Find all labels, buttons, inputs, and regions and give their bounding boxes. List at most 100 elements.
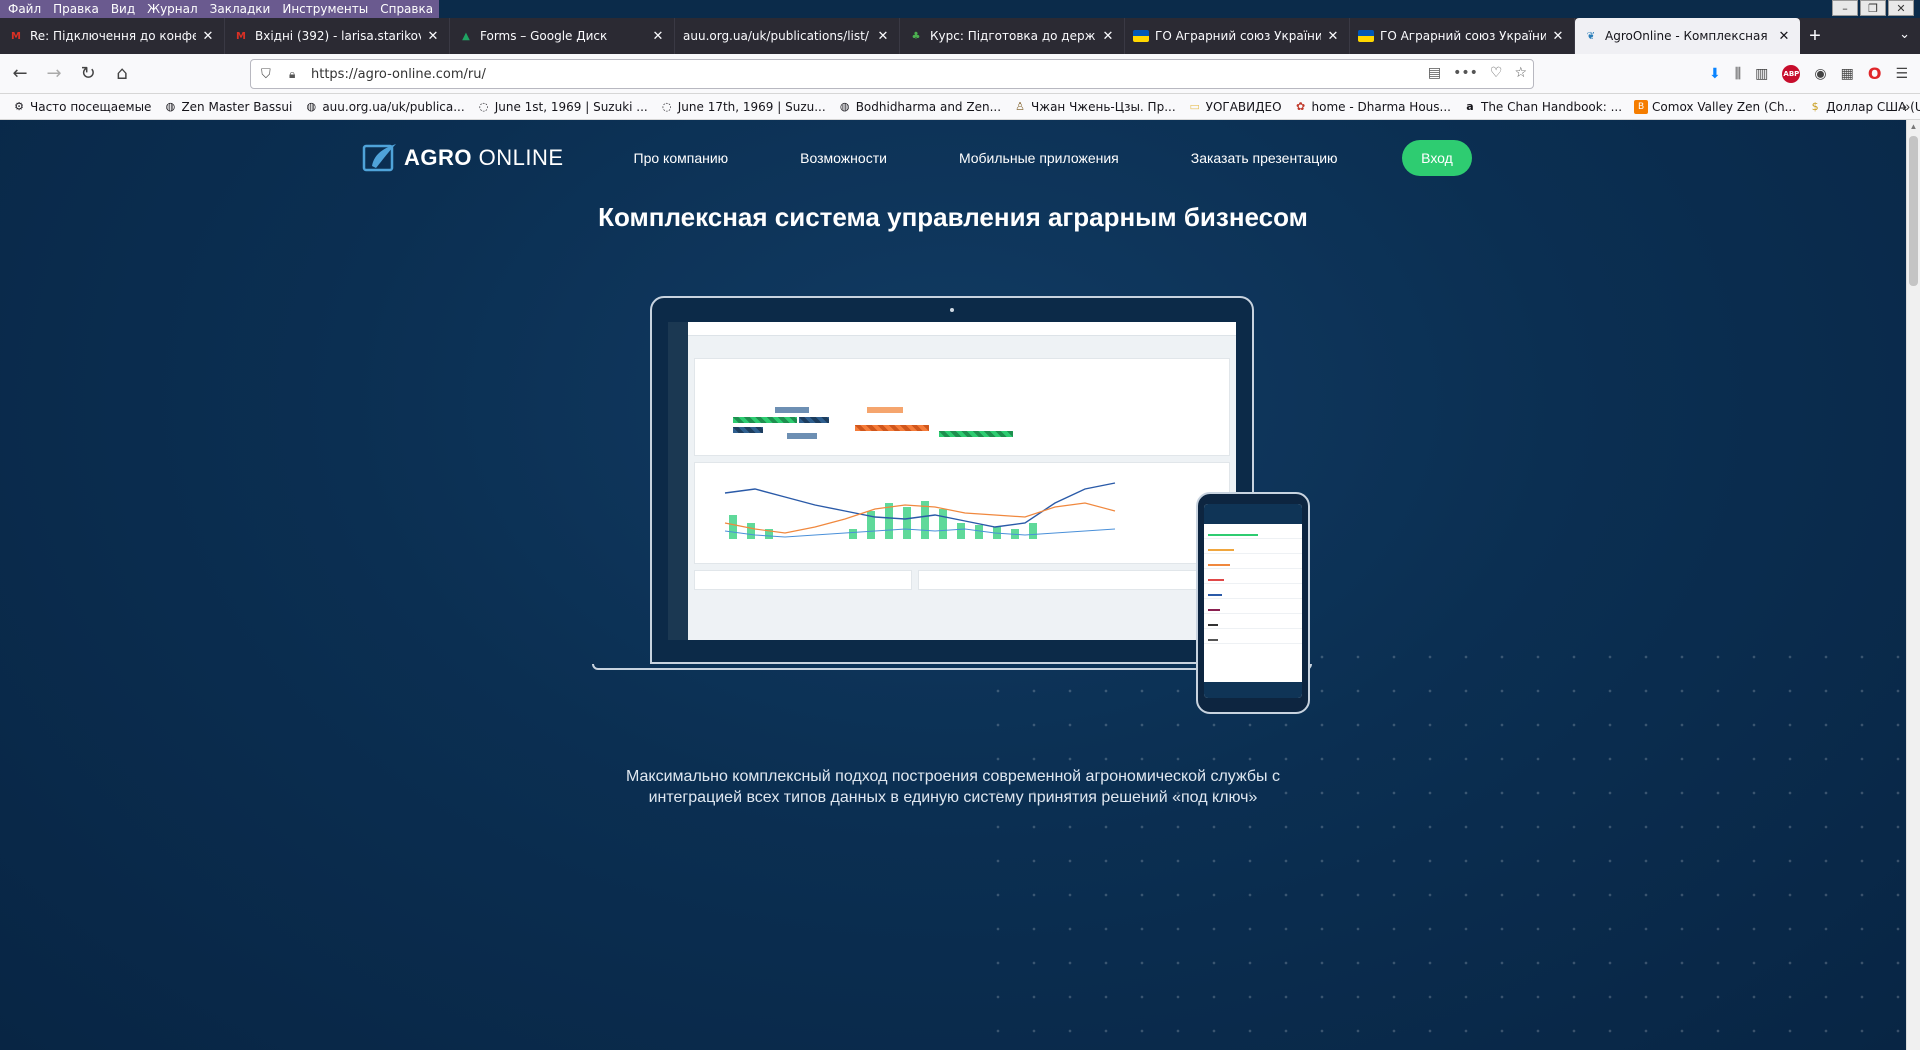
drones-card <box>918 570 1230 590</box>
logo-text: AGRO ONLINE <box>404 145 564 171</box>
menu-bar: Файл Правка Вид Журнал Закладки Инструме… <box>0 0 440 18</box>
home-icon[interactable]: ⌂ <box>108 60 136 88</box>
tracking-shield-icon[interactable]: ⛉ <box>261 66 281 82</box>
minimize-icon[interactable]: – <box>1832 0 1858 16</box>
nav-about[interactable]: Про компанию <box>634 150 729 166</box>
lock-icon[interactable]: 🔒︎ <box>289 67 305 82</box>
bookmarks-overflow-icon[interactable]: » <box>1902 98 1910 114</box>
logo-agro: AGRO <box>404 145 472 170</box>
bookmark-item[interactable]: ◍ Bodhidharma and Zen... <box>838 100 1001 114</box>
phone-crop-row <box>1204 584 1302 599</box>
menu-edit[interactable]: Правка <box>47 0 105 18</box>
tab-agrarian-union-1[interactable]: ГО Аграрний союз України ✕ <box>1125 18 1350 54</box>
bookmark-item[interactable]: ⚙ Часто посещаемые <box>12 100 151 114</box>
close-icon[interactable]: ✕ <box>650 29 666 44</box>
phone-crop-row <box>1204 539 1302 554</box>
reload-icon[interactable]: ↻ <box>74 60 102 88</box>
tab-auu-publications[interactable]: auu.org.ua/uk/publications/list/ ✕ <box>675 18 900 54</box>
site-header: AGRO ONLINE Про компанию Возможности Моб… <box>362 138 1472 178</box>
menu-tools[interactable]: Инструменты <box>276 0 374 18</box>
globe-icon: ◍ <box>306 100 317 113</box>
globe-icon: ◍ <box>839 100 850 113</box>
sidebar-icon[interactable]: ▥ <box>1755 66 1768 82</box>
reports-card <box>694 570 912 590</box>
laptop-mockup <box>650 296 1254 664</box>
library-icon[interactable]: ⫼ <box>1735 66 1741 82</box>
extension-icon[interactable]: ▦ <box>1841 66 1854 82</box>
bookmark-item[interactable]: ▭ УОГАВИДЕО <box>1188 100 1281 114</box>
reader-view-icon[interactable]: ▤ <box>1428 65 1441 81</box>
menu-history[interactable]: Журнал <box>141 0 204 18</box>
nav-features[interactable]: Возможности <box>800 150 887 166</box>
scroll-thumb[interactable] <box>1909 136 1918 286</box>
new-tab-button[interactable]: + <box>1800 18 1830 54</box>
site-nav: Про компанию Возможности Мобильные прило… <box>634 150 1410 166</box>
gantt-bar <box>799 417 829 423</box>
download-icon[interactable]: ⬇ <box>1709 66 1721 82</box>
menu-bookmarks[interactable]: Закладки <box>204 0 277 18</box>
tab-agroonline[interactable]: ❦ AgroOnline - Комплексная си ✕ <box>1575 18 1800 54</box>
account-icon[interactable]: ◉ <box>1814 66 1826 82</box>
bookmark-item[interactable]: ◍ Zen Master Bassui <box>163 100 293 114</box>
tab-title: Курс: Підготовка до державн <box>930 29 1096 43</box>
navigation-toolbar: ← → ↻ ⌂ ⛉ 🔒︎ ▤ ••• ♡ ☆ ⬇ ⫼ ▥ ABP ◉ ▦ O ☰ <box>0 54 1920 94</box>
page-actions-icon[interactable]: ••• <box>1453 65 1478 81</box>
menu-icon[interactable]: ☰ <box>1895 66 1908 82</box>
bookmark-item[interactable]: B Comox Valley Zen (Ch... <box>1634 99 1796 114</box>
bookmark-item[interactable]: ◌ June 1st, 1969 | Suzuki ... <box>477 100 648 114</box>
circle-icon: ◌ <box>478 100 489 113</box>
forward-icon[interactable]: → <box>40 60 68 88</box>
login-button[interactable]: Вход <box>1402 140 1472 176</box>
close-icon[interactable]: ✕ <box>200 29 216 44</box>
camera-dot <box>950 308 954 312</box>
tab-gmail-conference[interactable]: M Re: Підключення до конфере ✕ <box>0 18 225 54</box>
bookmark-item[interactable]: ♙ Чжан Чжень-Цзы. Пр... <box>1013 100 1176 114</box>
url-input[interactable] <box>311 66 1311 82</box>
tab-strip: M Re: Підключення до конфере ✕ M Вхідні … <box>0 18 1920 54</box>
tab-google-drive[interactable]: ▲ Forms – Google Диск ✕ <box>450 18 675 54</box>
pocket-icon[interactable]: ♡ <box>1490 65 1503 81</box>
gantt-bar <box>787 433 817 439</box>
close-icon[interactable]: ✕ <box>425 29 441 44</box>
close-window-icon[interactable]: ✕ <box>1888 0 1914 16</box>
menu-file[interactable]: Файл <box>2 0 47 18</box>
close-icon[interactable]: ✕ <box>1100 29 1116 44</box>
gantt-bar <box>733 417 797 423</box>
bookmark-item[interactable]: a The Chan Handbook: ... <box>1463 100 1622 114</box>
bookmark-star-icon[interactable]: ☆ <box>1514 65 1527 81</box>
page-scrollbar[interactable]: ▲ <box>1906 120 1920 1050</box>
menu-view[interactable]: Вид <box>105 0 141 18</box>
phone-crop-row <box>1204 629 1302 644</box>
bookmark-item[interactable]: ✿ home - Dharma Hous... <box>1294 100 1451 114</box>
close-icon[interactable]: ✕ <box>1550 29 1566 44</box>
toolbar-extensions: ⬇ ⫼ ▥ ABP ◉ ▦ O ☰ <box>1709 64 1908 83</box>
adblock-icon[interactable]: ABP <box>1782 64 1801 83</box>
gantt-bar <box>855 425 929 431</box>
phone-crop-row <box>1204 599 1302 614</box>
gmail-icon: M <box>11 30 21 42</box>
tab-gmail-inbox[interactable]: M Вхідні (392) - larisa.starikova@g ✕ <box>225 18 450 54</box>
scroll-up-icon[interactable]: ▲ <box>1907 120 1920 134</box>
restore-icon[interactable]: ❐ <box>1860 0 1886 16</box>
tab-course[interactable]: ♣ Курс: Підготовка до державн ✕ <box>900 18 1125 54</box>
opera-icon[interactable]: O <box>1868 64 1882 83</box>
course-icon: ♣ <box>911 30 921 42</box>
nav-mobile-apps[interactable]: Мобильные приложения <box>959 150 1119 166</box>
phone-crop-row <box>1204 614 1302 629</box>
nav-request-demo[interactable]: Заказать презентацию <box>1191 150 1338 166</box>
close-icon[interactable]: ✕ <box>1325 29 1341 44</box>
close-icon[interactable]: ✕ <box>1776 29 1792 44</box>
bookmark-item[interactable]: ◍ auu.org.ua/uk/publica... <box>304 100 465 114</box>
tab-title: AgroOnline - Комплексная си <box>1605 29 1772 43</box>
agro-online-logo[interactable]: AGRO ONLINE <box>362 140 564 176</box>
tab-agrarian-union-2[interactable]: ГО Аграрний союз України ✕ <box>1350 18 1575 54</box>
address-bar[interactable]: ⛉ 🔒︎ ▤ ••• ♡ ☆ <box>250 59 1534 89</box>
gantt-bar <box>775 407 809 413</box>
bookmark-item[interactable]: ◌ June 17th, 1969 | Suzu... <box>660 100 826 114</box>
tab-list-icon[interactable]: ⌄ <box>1899 26 1910 42</box>
close-icon[interactable]: ✕ <box>875 29 891 44</box>
menu-help[interactable]: Справка <box>374 0 439 18</box>
window-controls: – ❐ ✕ <box>1832 0 1914 16</box>
back-icon[interactable]: ← <box>6 60 34 88</box>
dot-pattern <box>980 640 1900 1050</box>
